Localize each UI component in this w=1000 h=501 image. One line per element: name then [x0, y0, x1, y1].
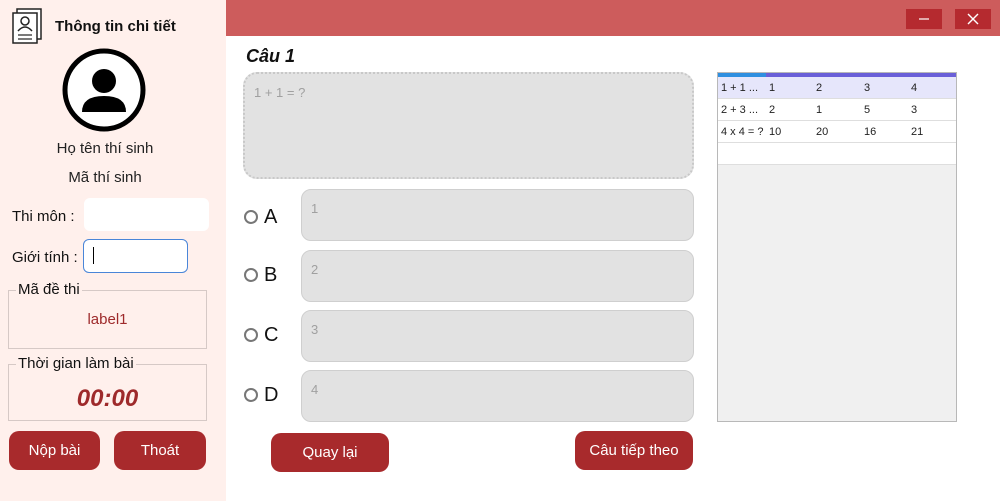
option-b-box[interactable]: 2 — [301, 250, 694, 302]
exam-code-value: label1 — [87, 311, 128, 328]
option-d-text: 4 — [311, 382, 319, 397]
grid-cell: 1 + 1 ... — [721, 82, 758, 94]
option-b-letter: B — [264, 264, 278, 286]
grid-cell: 3 — [911, 104, 918, 116]
grid-cell: 5 — [864, 104, 871, 116]
exam-code-title: Mã đề thi — [16, 281, 82, 298]
sidebar: Thông tin chi tiết Họ tên thí sinh Mã th… — [0, 0, 226, 501]
option-c-letter: C — [264, 324, 279, 346]
grid-cell: 2 — [769, 104, 776, 116]
grid-cell: 20 — [816, 126, 829, 138]
question-text: 1 + 1 = ? — [254, 85, 306, 100]
option-b-radio[interactable] — [244, 268, 258, 282]
document-user-icon — [12, 8, 42, 44]
exam-code-group: label1 — [8, 290, 207, 349]
grid-cell: 21 — [911, 126, 924, 138]
subject-field[interactable] — [84, 198, 209, 231]
next-button[interactable]: Câu tiếp theo — [575, 431, 693, 470]
option-a-text: 1 — [311, 201, 319, 216]
grid-cell: 1 — [769, 82, 776, 94]
grid-cell: 10 — [769, 126, 782, 138]
subject-label: Thi môn : — [12, 208, 75, 225]
option-a-letter: A — [264, 206, 278, 228]
option-d-letter: D — [264, 384, 279, 406]
question-title: Câu 1 — [246, 46, 296, 66]
grid-row[interactable]: 2 + 3 ... 2 1 5 3 — [718, 99, 956, 121]
grid-row[interactable]: 1 + 1 ... 1 2 3 4 — [718, 77, 956, 99]
option-a-radio[interactable] — [244, 210, 258, 224]
grid-cell: 4 — [911, 82, 918, 94]
option-d-box[interactable]: 4 — [301, 370, 694, 422]
exit-button[interactable]: Thoát — [114, 431, 206, 470]
text-caret — [93, 247, 94, 264]
gender-label: Giới tính : — [12, 249, 78, 266]
back-button[interactable]: Quay lại — [271, 433, 389, 472]
question-box: 1 + 1 = ? — [243, 72, 694, 179]
minimize-button[interactable] — [906, 9, 942, 29]
candidate-name: Họ tên thí sinh — [56, 140, 154, 157]
option-b-text: 2 — [311, 262, 319, 277]
option-c-text: 3 — [311, 322, 319, 337]
title-bar — [226, 0, 1000, 36]
close-icon — [967, 13, 979, 25]
side-title: Thông tin chi tiết — [55, 18, 176, 35]
grid-cell: 2 — [816, 82, 823, 94]
grid-cell: 1 — [816, 104, 823, 116]
avatar-icon — [62, 48, 146, 132]
time-group: 00:00 — [8, 364, 207, 421]
time-title: Thời gian làm bài — [16, 355, 136, 372]
grid-cell: 3 — [864, 82, 871, 94]
submit-button[interactable]: Nộp bài — [9, 431, 100, 470]
option-d-radio[interactable] — [244, 388, 258, 402]
grid-cell: 4 x 4 = ? — [721, 126, 764, 138]
minimize-icon — [919, 18, 929, 20]
grid-row[interactable]: 4 x 4 = ? 10 20 16 21 — [718, 121, 956, 143]
gender-field[interactable] — [83, 239, 188, 273]
option-c-radio[interactable] — [244, 328, 258, 342]
option-c-box[interactable]: 3 — [301, 310, 694, 362]
candidate-id: Mã thí sinh — [68, 169, 142, 186]
grid-new-row[interactable] — [718, 143, 956, 165]
grid-cell: 2 + 3 ... — [721, 104, 758, 116]
timer-value: 00:00 — [76, 385, 139, 412]
questions-grid[interactable]: 1 + 1 ... 1 2 3 4 2 + 3 ... 2 1 5 3 4 x … — [717, 72, 957, 422]
option-a-box[interactable]: 1 — [301, 189, 694, 241]
grid-cell: 16 — [864, 126, 877, 138]
close-button[interactable] — [955, 9, 991, 29]
